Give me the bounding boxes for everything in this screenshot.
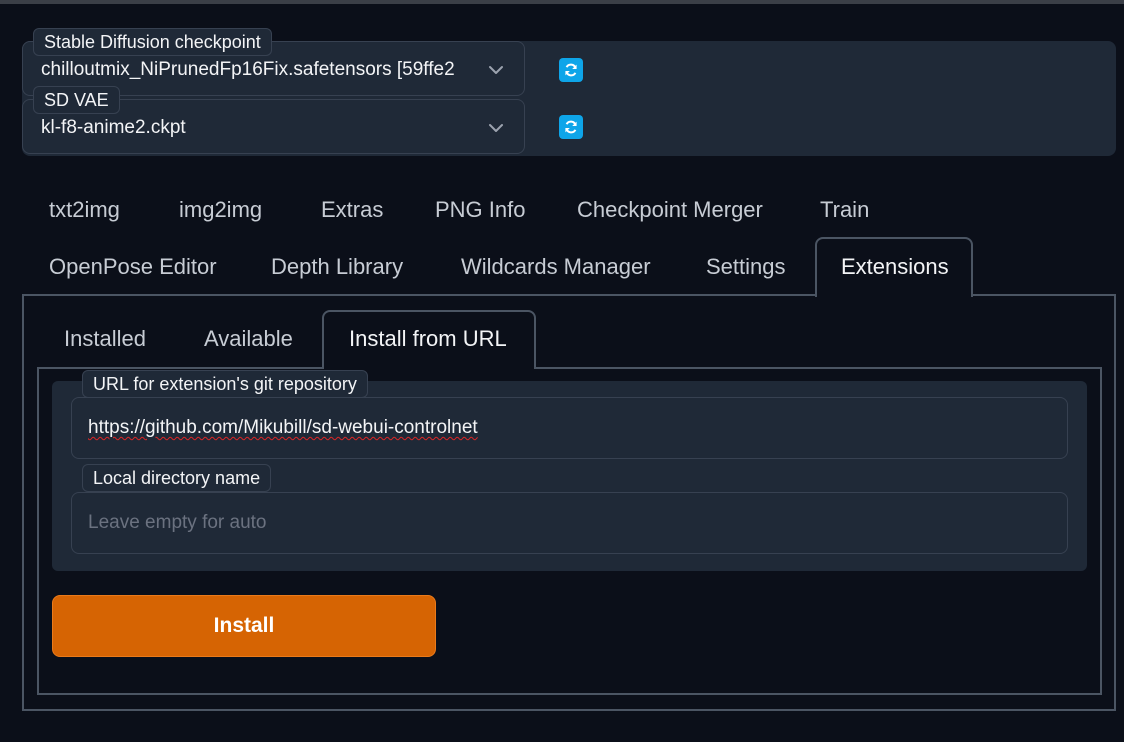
- checkpoint-value: chilloutmix_NiPrunedFp16Fix.safetensors …: [41, 59, 455, 80]
- local-directory-placeholder: Leave empty for auto: [88, 512, 267, 533]
- url-input-value: https://github.com/Mikubill/sd-webui-con…: [88, 417, 478, 438]
- refresh-icon: [565, 63, 577, 77]
- tab-openpose-editor[interactable]: OpenPose Editor: [49, 253, 217, 281]
- tab-img2img[interactable]: img2img: [179, 196, 262, 224]
- tab-png-info[interactable]: PNG Info: [435, 196, 525, 224]
- tab-extras[interactable]: Extras: [321, 196, 383, 224]
- chevron-down-icon[interactable]: [486, 118, 506, 138]
- tab-train[interactable]: Train: [820, 196, 869, 224]
- refresh-vae-button[interactable]: [559, 115, 583, 139]
- tab-checkpoint-merger[interactable]: Checkpoint Merger: [577, 196, 763, 224]
- url-input[interactable]: https://github.com/Mikubill/sd-webui-con…: [71, 397, 1068, 459]
- subtab-installed[interactable]: Installed: [64, 325, 146, 353]
- local-directory-label: Local directory name: [82, 464, 272, 492]
- subtab-available[interactable]: Available: [204, 325, 293, 353]
- local-directory-input[interactable]: Leave empty for auto: [71, 492, 1068, 554]
- chevron-down-icon[interactable]: [486, 60, 506, 80]
- tab-txt2img[interactable]: txt2img: [49, 196, 120, 224]
- window-top-border: [0, 0, 1124, 4]
- tab-wildcards-manager[interactable]: Wildcards Manager: [461, 253, 651, 281]
- tab-extensions[interactable]: Extensions: [841, 253, 949, 281]
- checkpoint-label: Stable Diffusion checkpoint: [33, 28, 272, 56]
- refresh-checkpoint-button[interactable]: [559, 58, 583, 82]
- tab-depth-library[interactable]: Depth Library: [271, 253, 403, 281]
- refresh-icon: [565, 120, 577, 134]
- subtab-install-from-url[interactable]: Install from URL: [349, 325, 507, 353]
- vae-value: kl-f8-anime2.ckpt: [41, 117, 186, 138]
- install-button[interactable]: Install: [52, 595, 436, 657]
- url-input-label: URL for extension's git repository: [82, 370, 368, 398]
- tab-settings[interactable]: Settings: [706, 253, 786, 281]
- vae-label: SD VAE: [33, 86, 120, 114]
